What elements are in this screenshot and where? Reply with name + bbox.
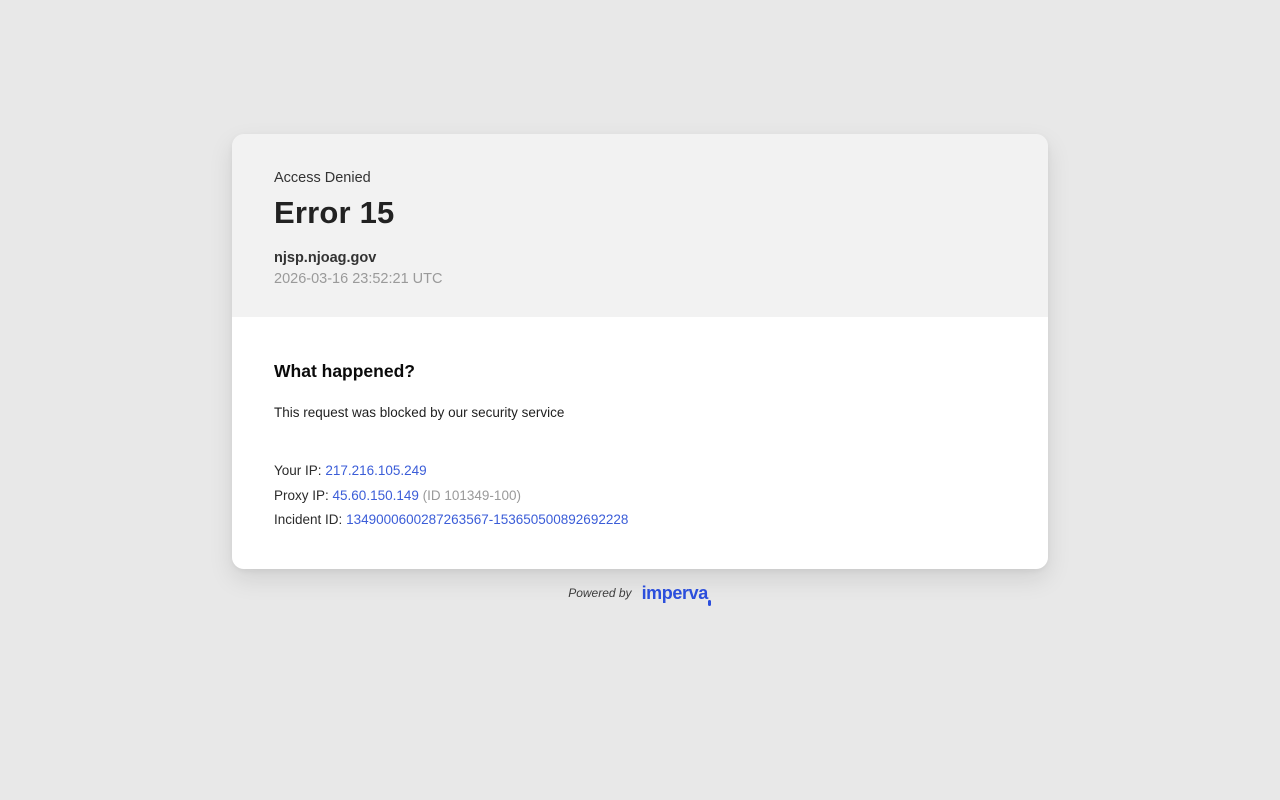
proxy-ip-value: 45.60.150.149: [333, 488, 419, 503]
error-card-header: Access Denied Error 15 njsp.njoag.gov 20…: [232, 134, 1048, 317]
powered-by-label: Powered by: [568, 586, 631, 600]
your-ip-row: Your IP: 217.216.105.249: [274, 463, 1006, 478]
error-card-body: What happened? This request was blocked …: [232, 317, 1048, 569]
proxy-ip-row: Proxy IP: 45.60.150.149 (ID 101349-100): [274, 488, 1006, 503]
proxy-ip-label: Proxy IP:: [274, 488, 329, 503]
incident-id-label: Incident ID:: [274, 512, 342, 527]
what-happened-heading: What happened?: [274, 361, 1006, 382]
footer: Powered by imperva: [568, 584, 712, 602]
imperva-logo[interactable]: imperva: [642, 584, 712, 602]
incident-id-row: Incident ID: 1349000600287263567-1536505…: [274, 512, 1006, 527]
timestamp: 2026-03-16 23:52:21 UTC: [274, 271, 1006, 287]
your-ip-label: Your IP:: [274, 463, 322, 478]
your-ip-value: 217.216.105.249: [325, 463, 426, 478]
error-card: Access Denied Error 15 njsp.njoag.gov 20…: [232, 134, 1048, 569]
block-description: This request was blocked by our security…: [274, 405, 1006, 420]
blocked-hostname: njsp.njoag.gov: [274, 250, 1006, 266]
page: Access Denied Error 15 njsp.njoag.gov 20…: [0, 0, 1280, 800]
error-title: Error 15: [274, 195, 1006, 231]
access-denied-label: Access Denied: [274, 170, 1006, 186]
proxy-id-value: (ID 101349-100): [423, 488, 521, 503]
incident-id-value: 1349000600287263567-153650500892692228: [346, 512, 628, 527]
